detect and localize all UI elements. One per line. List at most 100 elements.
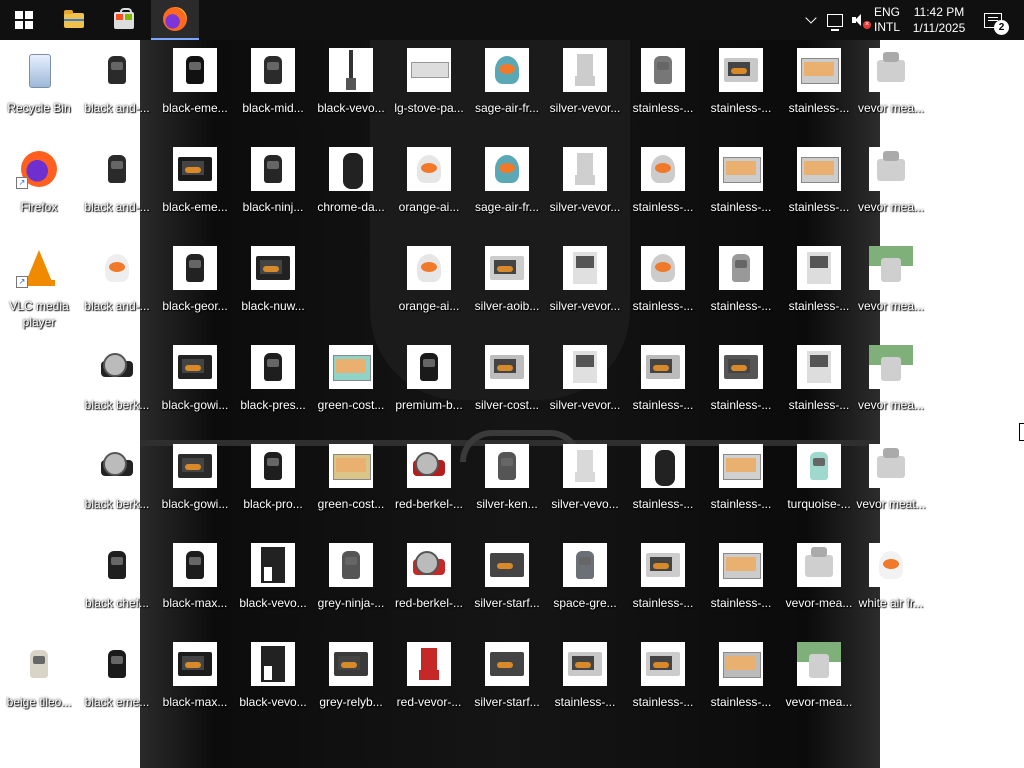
desktop-icon[interactable]: stainless-... (624, 42, 702, 134)
desktop-icon[interactable]: green-cost... (312, 339, 390, 431)
desktop-icon[interactable]: black-ninj... (234, 141, 312, 233)
desktop-icon[interactable]: beige tileo... (0, 636, 78, 728)
desktop-icon[interactable]: orange-ai... (390, 240, 468, 332)
desktop-icon[interactable]: premium-b... (390, 339, 468, 431)
desktop-icon[interactable]: silver-vevor... (546, 339, 624, 431)
desktop-icon[interactable]: grey-ninja-... (312, 537, 390, 629)
desktop-icon[interactable]: black berk... (78, 339, 156, 431)
desktop-icon[interactable]: stainless-... (702, 339, 780, 431)
desktop-icon[interactable]: black-eme... (156, 42, 234, 134)
desktop-icon[interactable]: black-vevo... (312, 42, 390, 134)
desktop-icon[interactable]: black-eme... (156, 141, 234, 233)
desktop-icon[interactable]: green-cost... (312, 438, 390, 530)
desktop-icon[interactable]: stainless-... (702, 240, 780, 332)
desktop-icon[interactable]: silver-aoib... (468, 240, 546, 332)
desktop-icon[interactable]: vevor mea... (852, 141, 930, 233)
desktop-icon[interactable]: silver-vevo... (546, 438, 624, 530)
desktop-icon[interactable]: black chef... (78, 537, 156, 629)
desktop-icon[interactable]: stainless-... (702, 42, 780, 134)
desktop-icon[interactable]: stainless-... (780, 240, 858, 332)
desktop-icon-label: red-berkel-... (394, 497, 464, 511)
desktop-icon[interactable]: stainless-... (702, 141, 780, 233)
desktop-icon-label: black and-... (84, 299, 150, 313)
desktop-icon[interactable]: stainless-... (702, 636, 780, 728)
desktop-icon[interactable]: Recycle Bin (0, 42, 78, 134)
volume-button[interactable]: × (848, 0, 871, 40)
desktop-icon-label: black berk... (84, 398, 150, 412)
desktop-icon[interactable]: grey-relyb... (312, 636, 390, 728)
desktop-icon[interactable]: black-gowi... (156, 339, 234, 431)
desktop-icon[interactable]: vevor mea... (852, 339, 930, 431)
desktop-icon[interactable]: stainless-... (546, 636, 624, 728)
start-button[interactable] (0, 0, 48, 40)
desktop-icon[interactable]: black berk... (78, 438, 156, 530)
desktop-icon[interactable]: white air fr... (852, 537, 930, 629)
desktop-icon[interactable]: black-geor... (156, 240, 234, 332)
desktop-icon[interactable]: silver-vevor... (546, 240, 624, 332)
desktop-icon[interactable]: silver-cost... (468, 339, 546, 431)
desktop-icon[interactable]: stainless-... (624, 240, 702, 332)
microsoft-store-button[interactable] (100, 0, 148, 40)
network-button[interactable] (824, 0, 846, 40)
desktop-icon[interactable]: stainless-... (624, 537, 702, 629)
desktop-icon[interactable]: black and-... (78, 42, 156, 134)
desktop-icon[interactable]: stainless-... (624, 438, 702, 530)
desktop-icon[interactable]: sage-air-fr... (468, 141, 546, 233)
image-thumbnail (563, 48, 607, 92)
desktop-icon[interactable]: stainless-... (624, 141, 702, 233)
desktop-icon[interactable]: turquoise-... (780, 438, 858, 530)
shortcut-arrow-icon: ↗ (16, 177, 28, 189)
desktop-icon[interactable]: black-mid... (234, 42, 312, 134)
desktop-icon[interactable]: vevor mea... (852, 240, 930, 332)
desktop-icon[interactable]: black-vevo... (234, 537, 312, 629)
desktop-icon[interactable]: black-gowi... (156, 438, 234, 530)
desktop-icon-label: silver-vevor... (549, 101, 621, 115)
desktop-icon[interactable]: stainless-... (702, 537, 780, 629)
desktop-icon[interactable]: stainless-... (702, 438, 780, 530)
desktop-icon[interactable]: ↗ Firefox (0, 141, 78, 233)
desktop-icon[interactable]: ↗ VLC media player (0, 240, 78, 332)
desktop-icon[interactable]: stainless-... (780, 141, 858, 233)
desktop-icon[interactable]: black-max... (156, 537, 234, 629)
desktop-icon[interactable]: black eme... (78, 636, 156, 728)
input-language-button[interactable]: ENG INTL (874, 0, 908, 40)
desktop-icon[interactable]: black-vevo... (234, 636, 312, 728)
desktop-icon[interactable]: red-vevor-... (390, 636, 468, 728)
desktop-icon[interactable]: black and-... (78, 240, 156, 332)
desktop-icon[interactable]: sage-air-fr... (468, 42, 546, 134)
desktop-icon[interactable]: silver-starf... (468, 537, 546, 629)
desktop-icon[interactable]: lg-stove-pa... (390, 42, 468, 134)
desktop-icon[interactable]: vevor mea... (852, 42, 930, 134)
desktop-icon[interactable]: silver-vevor... (546, 42, 624, 134)
desktop-icon[interactable]: red-berkel-... (390, 438, 468, 530)
desktop-icon[interactable]: stainless-... (624, 636, 702, 728)
desktop-icon[interactable]: black-nuw... (234, 240, 312, 332)
image-thumbnail (797, 48, 841, 92)
image-thumbnail (329, 48, 373, 92)
desktop-icon[interactable]: black-pro... (234, 438, 312, 530)
desktop-icon[interactable]: silver-starf... (468, 636, 546, 728)
desktop-icon[interactable]: stainless-... (780, 339, 858, 431)
desktop-icon[interactable]: chrome-da... (312, 141, 390, 233)
desktop-icon[interactable]: space-gre... (546, 537, 624, 629)
desktop-icon[interactable]: orange-ai... (390, 141, 468, 233)
file-explorer-button[interactable] (50, 0, 98, 40)
desktop-icon[interactable]: black-max... (156, 636, 234, 728)
desktop-icon[interactable]: vevor meat... (852, 438, 930, 530)
desktop-icon[interactable]: black-pres... (234, 339, 312, 431)
desktop-icon[interactable]: black and-... (78, 141, 156, 233)
action-center-button[interactable]: 2 (976, 0, 1010, 40)
desktop-icon[interactable]: silver-vevor... (546, 141, 624, 233)
desktop-icon[interactable]: silver-ken... (468, 438, 546, 530)
desktop-icon[interactable]: stainless-... (624, 339, 702, 431)
clock-button[interactable]: 11:42 PM 1/11/2025 (906, 0, 972, 40)
desktop-icon[interactable]: vevor-mea... (780, 537, 858, 629)
desktop[interactable]: Recycle Bin ↗ Firefox ↗ VLC media player beig… (0, 0, 1024, 768)
desktop-icon[interactable]: stainless-... (780, 42, 858, 134)
desktop-icon-label: black and-... (84, 200, 150, 214)
image-thumbnail (95, 642, 139, 686)
show-hidden-icons-button[interactable] (800, 0, 822, 40)
desktop-icon[interactable]: vevor-mea... (780, 636, 858, 728)
firefox-taskbar-button[interactable] (151, 0, 199, 40)
desktop-icon[interactable]: red-berkel-... (390, 537, 468, 629)
